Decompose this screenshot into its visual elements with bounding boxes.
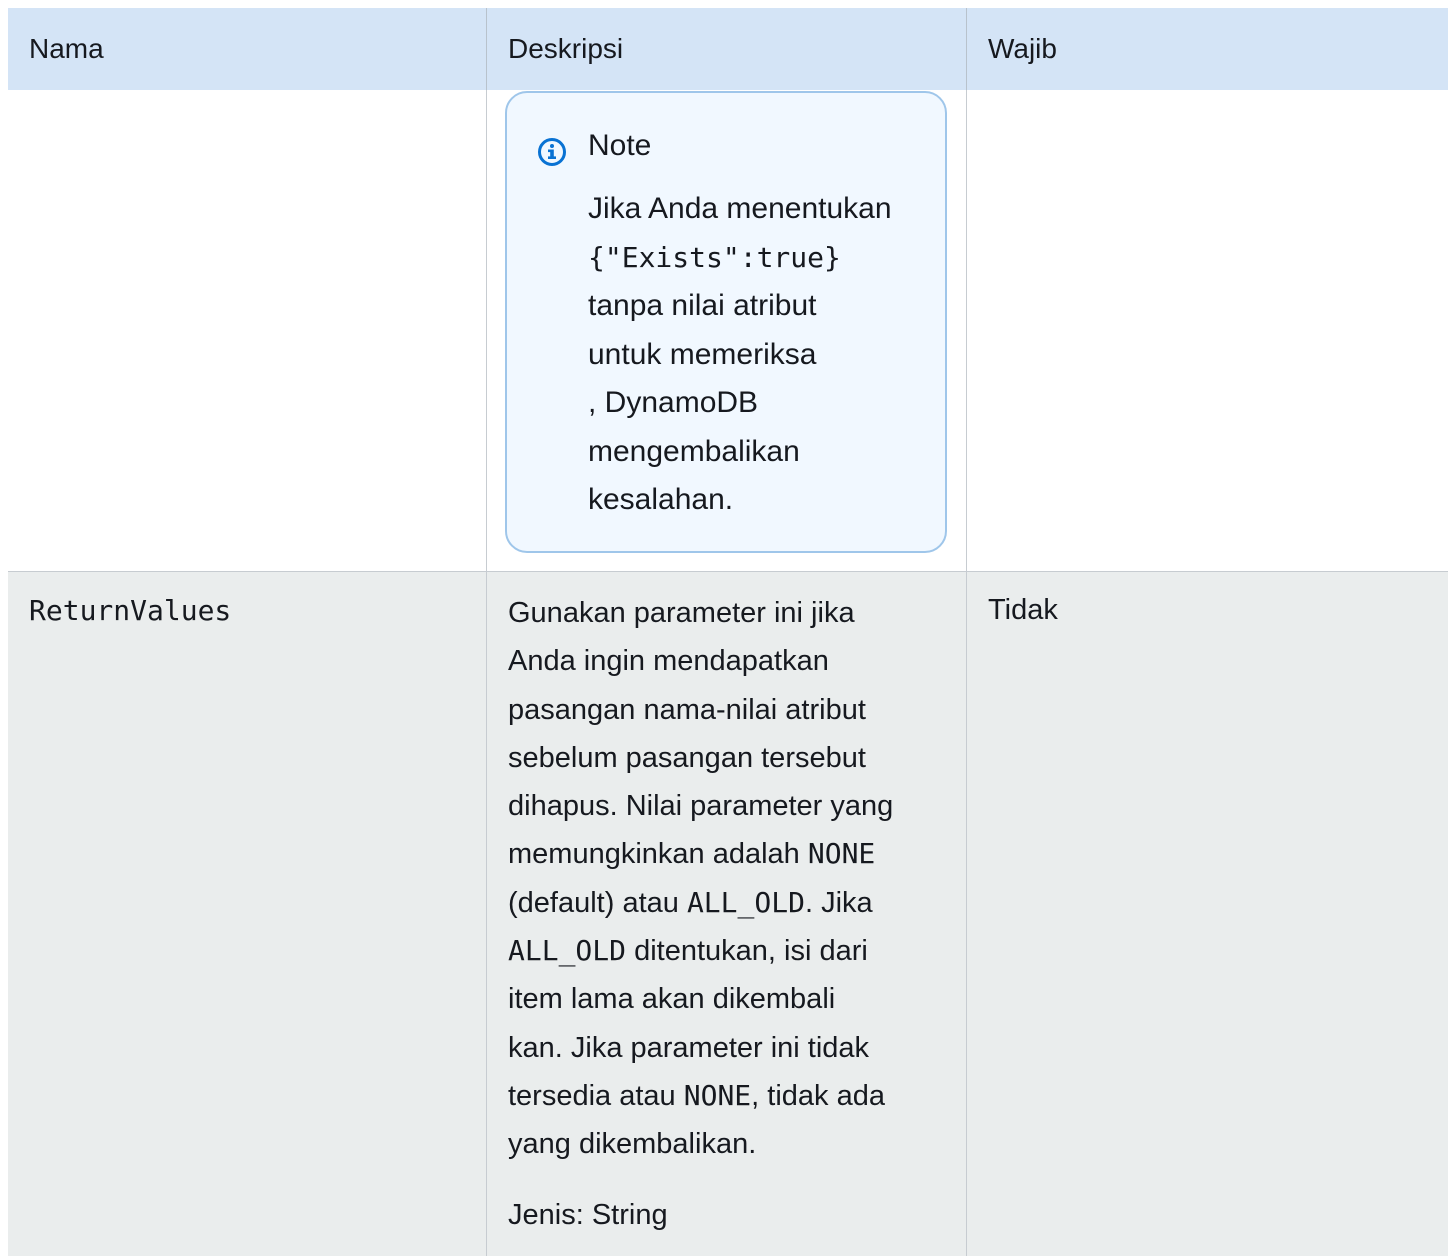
note-text: untuk memeriksa (588, 337, 817, 371)
description-line: memungkinkan adalah NONE (508, 830, 948, 878)
note-text: Jika Anda menentukan (588, 192, 892, 225)
description-line: kan. Jika parameter ini tidak (508, 1031, 870, 1064)
parameter-type: Jenis: String (508, 1198, 668, 1231)
note-code: {"Exists":true} (588, 240, 841, 274)
header-name: Nama (8, 8, 487, 90)
note-body: Jika Anda menentukan {"Exists":true} tan… (588, 185, 928, 525)
description-line: item lama akan dikembali (508, 983, 836, 1016)
description-line: (default) atau ALL_OLD. Jika (508, 879, 948, 927)
note-text: tanpa nilai atribut (588, 289, 817, 322)
description-text: , tidak ada (751, 1079, 885, 1112)
note-callout: Note Jika Anda menentukan {"Exists":true… (505, 91, 947, 553)
code-value: NONE (807, 837, 876, 871)
description-line: sebelum pasangan tersebut (508, 741, 866, 774)
column-divider (486, 90, 487, 571)
header-description: Deskripsi (487, 8, 967, 90)
description-text: ditentukan, isi dari (626, 935, 868, 968)
description-line: tersedia atau NONE, tidak ada (508, 1072, 948, 1120)
note-text: , DynamoDB (588, 386, 759, 419)
description-line: Gunakan parameter ini jika (508, 597, 855, 629)
description-text: (default) atau (508, 886, 687, 919)
description-text: tersedia atau (508, 1079, 684, 1112)
code-value: ALL_OLD (508, 934, 627, 968)
column-divider (966, 90, 967, 571)
note-text: kesalahan. (588, 483, 734, 516)
info-icon (538, 138, 566, 166)
description-line: yang dikembalikan. (508, 1128, 757, 1161)
column-divider (486, 572, 487, 1256)
parameters-table: Nama Deskripsi Wajib Note Jika Anda mene… (0, 0, 1448, 1256)
description-text: memungkinkan adalah (508, 838, 808, 871)
code-value: NONE (683, 1078, 752, 1112)
parameter-name: ReturnValues (29, 594, 232, 627)
code-value: ALL_OLD (686, 885, 805, 919)
description-line: ALL_OLD ditentukan, isi dari (508, 927, 948, 975)
description-line: pasangan nama-nilai atribut (508, 693, 866, 726)
note-title: Note (588, 129, 652, 162)
table-row: ReturnValues Gunakan parameter ini jika … (8, 571, 1448, 1256)
header-required: Wajib (988, 33, 1057, 64)
description-text: . Jika (804, 886, 873, 919)
table-row: Note Jika Anda menentukan {"Exists":true… (8, 90, 1448, 571)
parameter-description: Gunakan parameter ini jika Anda ingin me… (508, 589, 948, 1239)
description-line: dihapus. Nilai parameter yang (508, 790, 894, 823)
description-line: Anda ingin mendapatkan (508, 645, 829, 678)
table-header: Nama Deskripsi Wajib (8, 8, 1448, 90)
parameter-required: Tidak (988, 594, 1058, 626)
column-divider (966, 572, 967, 1256)
note-text: mengembalikan (588, 434, 800, 468)
